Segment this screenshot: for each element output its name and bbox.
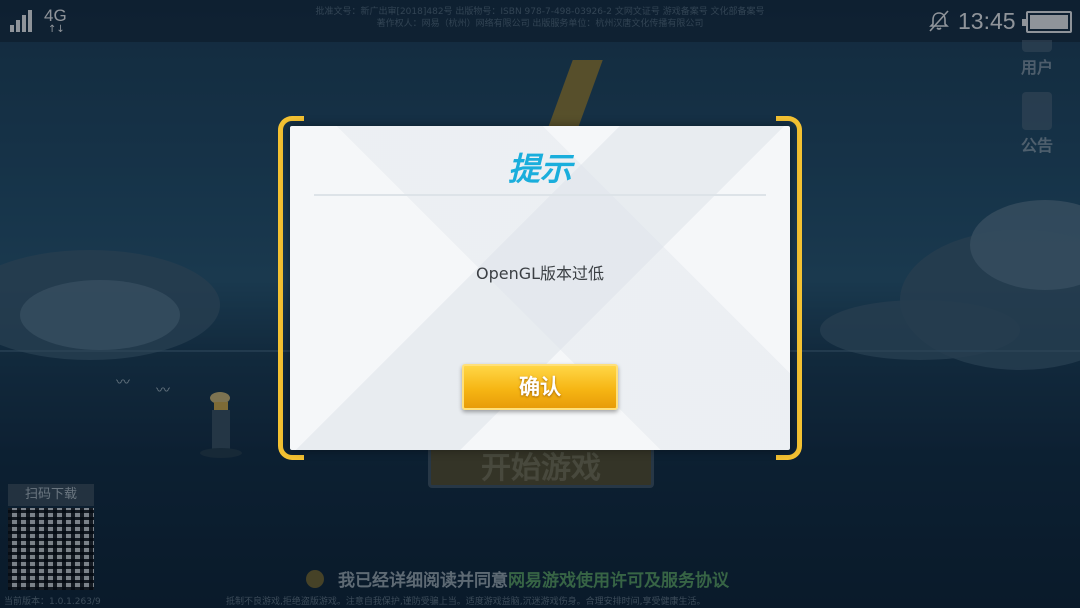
dialog-message: OpenGL版本过低 [475, 264, 605, 283]
confirm-button[interactable]: 确认 [462, 364, 618, 410]
alert-dialog: 提示 OpenGL版本过低 确认 [278, 116, 802, 460]
dialog-divider [314, 194, 766, 196]
dialog-title: 提示 [507, 150, 572, 188]
dialog-panel: 提示 OpenGL版本过低 确认 [290, 126, 790, 450]
